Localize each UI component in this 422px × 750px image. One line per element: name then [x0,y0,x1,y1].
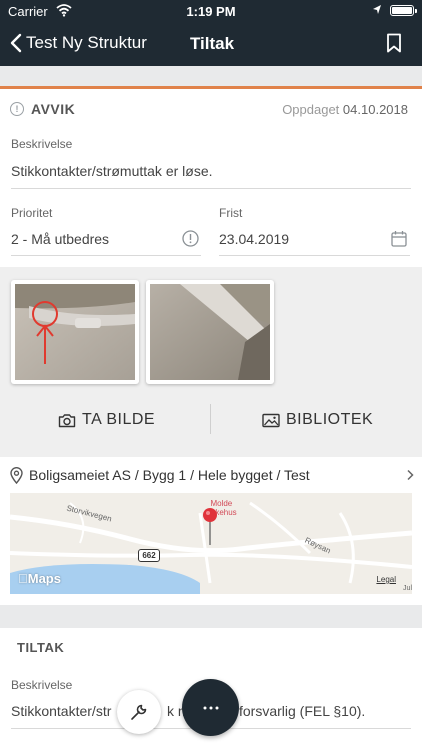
take-photo-label: TA BILDE [82,411,156,428]
priority-label: Prioritet [11,206,53,220]
found-date: Oppdaget 04.10.2018 [282,101,408,117]
image-icon [262,413,280,427]
location-path: Boligsameiet AS / Bygg 1 / Hele bygget /… [29,467,310,483]
photo-thumbnail-1[interactable] [11,280,139,384]
deadline-label: Frist [219,206,243,220]
avvik-header: ! AVVIK Oppdaget 04.10.2018 [10,99,408,119]
description-label: Beskrivelse [11,137,73,151]
deadline-underline [219,255,410,256]
photo-outlet-closeup [150,284,270,380]
location-path-row[interactable]: Boligsameiet AS / Bygg 1 / Hele bygget /… [10,465,414,485]
camera-icon [58,413,76,427]
alert-circle-icon [182,230,199,247]
tiltak-title: TILTAK [17,640,65,655]
location-pin-icon [10,466,23,484]
location-card: Boligsameiet AS / Bygg 1 / Hele bygget /… [0,457,422,605]
tiltak-description-label: Beskrivelse [11,678,73,692]
avvik-title: AVVIK [31,101,76,117]
photo-outlet-marked [15,284,135,380]
calendar-icon [391,231,407,247]
priority-field[interactable]: 2 - Må utbedres [11,227,201,251]
alert-circle-icon: ! [10,102,24,116]
map-corner-text: Jul [403,585,412,592]
chevron-right-icon [407,469,414,481]
status-bar: Carrier 1:19 PM [0,0,422,22]
tools-button[interactable] [117,690,161,734]
battery-icon [390,5,417,16]
priority-value: 2 - Må utbedres [11,231,110,247]
deadline-field[interactable]: 23.04.2019 [219,227,410,251]
avvik-card: ! AVVIK Oppdaget 04.10.2018 Beskrivelse … [0,89,422,267]
location-services-icon [373,5,381,14]
clock: 1:19 PM [186,4,236,19]
more-horizontal-icon [203,706,218,709]
more-actions-button[interactable] [182,679,239,736]
library-label: BIBLIOTEK [286,411,374,428]
take-photo-button[interactable]: TA BILDE [58,406,155,434]
page-title: Tiltak [189,34,235,53]
actions-divider [210,404,211,434]
map-legal-link[interactable]: Legal [376,575,396,584]
top-bar: Carrier 1:19 PM Test Ny Struktur Tiltak [0,0,422,66]
photo-thumbnail-2[interactable] [146,280,274,384]
priority-underline [11,255,201,256]
maps-logo: Maps [18,571,61,586]
deadline-value: 23.04.2019 [219,231,290,247]
description-underline [11,188,411,189]
location-map[interactable]: Storvikvegen Røysan MoldeSykehus 662 Ma… [10,493,412,594]
library-button[interactable]: BIBLIOTEK [262,406,373,434]
map-pin-icon [203,508,217,545]
bookmark-icon[interactable] [386,33,402,53]
description-value[interactable]: Stikkontakter/strømuttak er løse. [11,163,213,179]
wrench-icon [131,704,147,720]
road-number-badge: 662 [138,549,160,562]
